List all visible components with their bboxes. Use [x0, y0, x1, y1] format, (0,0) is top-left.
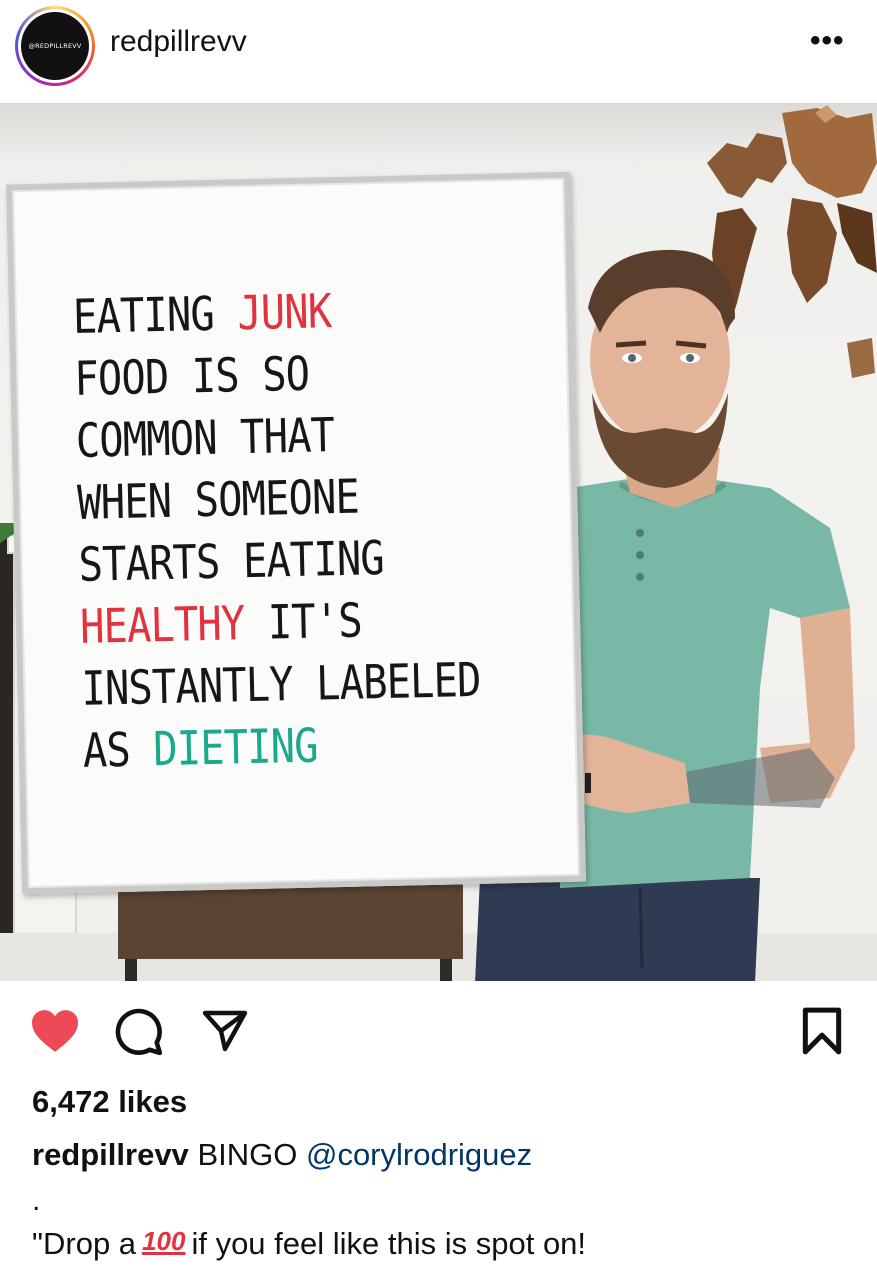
bookmark-icon[interactable] [793, 1000, 851, 1062]
whiteboard-word: JUNK [236, 284, 332, 342]
more-options-icon[interactable]: ••• [810, 24, 845, 58]
wooden-stool [118, 881, 463, 959]
post-header: @REDPILLREVV redpillrevv ••• [0, 0, 877, 103]
whiteboard-word: HEALTHY [79, 596, 245, 655]
whiteboard-line: INSTANTLY LABELED [81, 650, 495, 721]
caption-username[interactable]: redpillrevv [32, 1137, 189, 1172]
whiteboard-line: COMMON THAT [75, 402, 489, 473]
whiteboard-word: FOOD IS SO [73, 346, 310, 407]
post-username[interactable]: redpillrevv [110, 25, 247, 59]
whiteboard-line: EATING JUNK [72, 278, 486, 349]
avatar-handle-text: @REDPILLREVV [28, 42, 82, 50]
whiteboard-line: STARTS EATING [78, 526, 492, 597]
caption-quote-end: if you feel like this is spot on! [191, 1226, 587, 1261]
whiteboard-line: HEALTHY IT'S [79, 588, 493, 659]
post-caption: redpillrevv BINGO @corylrodriguez [32, 1137, 532, 1173]
whiteboard-message: EATING JUNK FOOD IS SO COMMON THAT WHEN SOM… [72, 278, 496, 783]
whiteboard-word: INSTANTLY LABELED [80, 652, 482, 717]
hundred-points-emoji: 100 [142, 1226, 186, 1256]
comment-bubble-icon[interactable] [110, 1000, 168, 1062]
caption-quote-start: "Drop a [32, 1226, 137, 1261]
post-image[interactable]: EATING JUNK FOOD IS SO COMMON THAT WHEN SOM… [0, 103, 877, 981]
whiteboard: EATING JUNK FOOD IS SO COMMON THAT WHEN SOM… [6, 171, 586, 895]
post-action-bar [0, 1000, 877, 1070]
whiteboard-line: WHEN SOMEONE [77, 464, 491, 535]
caption-dot: . [32, 1184, 41, 1217]
caption-text: BINGO [197, 1137, 298, 1172]
whiteboard-word: AS [82, 722, 154, 779]
avatar-image[interactable]: @REDPILLREVV [21, 12, 89, 80]
whiteboard-word: COMMON THAT [75, 408, 335, 469]
caption-mention[interactable]: @corylrodriguez [306, 1137, 532, 1172]
paper-plane-icon[interactable] [196, 1000, 254, 1062]
heart-filled-icon[interactable] [26, 1000, 84, 1062]
caption-quote: "Drop a 100 if you feel like this is spot … [32, 1226, 586, 1262]
whiteboard-word: DIETING [152, 718, 319, 778]
whiteboard-line: AS DIETING [82, 712, 496, 783]
like-count[interactable]: 6,472 likes [32, 1084, 187, 1120]
whiteboard-word: WHEN SOMEONE [76, 469, 360, 531]
avatar[interactable]: @REDPILLREVV [15, 6, 95, 86]
whiteboard-line: FOOD IS SO [74, 340, 488, 411]
whiteboard-word: EATING [72, 286, 238, 345]
whiteboard-word: IT'S [243, 593, 363, 652]
whiteboard-word: STARTS EATING [78, 531, 385, 593]
